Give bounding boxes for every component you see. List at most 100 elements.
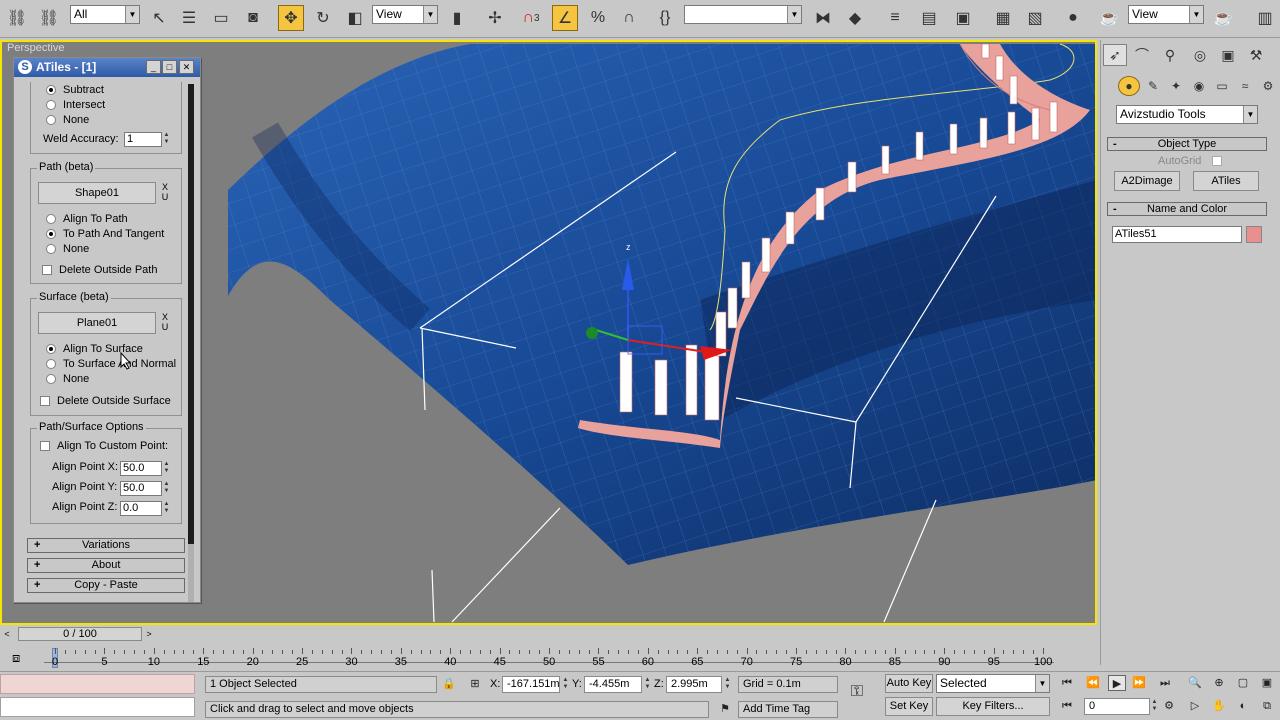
named-selection-select[interactable]: ▼ — [684, 5, 802, 24]
move-icon[interactable]: ✥ — [278, 5, 304, 31]
object-name-field[interactable]: ATiles51 — [1112, 226, 1242, 243]
to-surface-and-normal-radio[interactable] — [46, 359, 56, 369]
mirror-icon[interactable]: ⧓ — [810, 5, 836, 31]
modify-icon[interactable]: ⌒ — [1130, 44, 1154, 66]
zoom-all-icon[interactable]: ⊕ — [1210, 675, 1228, 691]
zoom-icon[interactable]: 🔍 — [1186, 675, 1204, 691]
current-frame-field[interactable]: 0 — [1084, 698, 1150, 715]
percent-snap-icon[interactable]: % — [585, 5, 611, 31]
scale-icon[interactable]: ◧ — [342, 5, 368, 31]
window-crossing-icon[interactable]: ◙ — [240, 5, 266, 31]
atiles-titlebar[interactable]: S ATiles - [1] _ □ ✕ — [14, 58, 200, 77]
copy-paste-rollout[interactable]: + Copy - Paste — [27, 578, 185, 593]
spinner-icon[interactable]: ▲ ▼ — [643, 677, 652, 692]
plane-pick-button[interactable]: Plane01 — [38, 312, 156, 334]
key-mode-select[interactable]: Selected ▼ — [936, 674, 1050, 693]
reference-coord-select[interactable]: View ▼ — [372, 5, 438, 24]
schematic-icon[interactable]: ▣ — [950, 5, 976, 31]
time-slider[interactable]: < 0 / 100 > — [0, 627, 1097, 641]
systems-icon[interactable]: ⚙ — [1257, 76, 1279, 96]
orbit-icon[interactable]: ◐ — [1234, 698, 1252, 714]
spinner-icon[interactable]: ▲ ▼ — [561, 677, 570, 692]
zoom-extents-all-icon[interactable]: ▣ — [1258, 675, 1276, 691]
z-coordinate-field[interactable]: 2.995m — [666, 676, 722, 693]
set-key-button[interactable]: Set Key — [885, 697, 933, 716]
pivot-icon[interactable]: ▮ — [444, 5, 470, 31]
delete-outside-surface-checkbox[interactable] — [40, 396, 50, 406]
snap-icon[interactable]: ∩ 3 — [518, 5, 544, 31]
a2dimage-button[interactable]: A2Dimage — [1114, 171, 1180, 191]
align-point-x-field[interactable]: 50.0 — [120, 461, 162, 476]
go-to-end-icon[interactable]: ⏭ — [1156, 675, 1174, 691]
viewport-label[interactable]: Perspective — [7, 42, 64, 54]
about-rollout[interactable]: + About — [27, 558, 185, 573]
key-mode-toggle-icon[interactable]: ⏮ — [1058, 698, 1076, 714]
field-of-view-icon[interactable]: ▷ — [1186, 698, 1204, 714]
quick-render-icon[interactable]: ☕ — [1210, 5, 1236, 31]
maximize-icon[interactable]: □ — [162, 60, 177, 74]
toolbar-overflow-icon[interactable]: ▥ — [1252, 5, 1278, 31]
helpers-icon[interactable]: ▭ — [1211, 76, 1233, 96]
maximize-viewport-icon[interactable]: ⧉ — [1258, 698, 1276, 714]
spacewarps-icon[interactable]: ≈ — [1234, 76, 1256, 96]
manipulate-icon[interactable]: ✢ — [482, 5, 508, 31]
align-to-path-radio[interactable] — [46, 214, 56, 224]
chevron-right-icon[interactable]: > — [142, 627, 156, 641]
path-none-radio[interactable] — [46, 244, 56, 254]
key-icon[interactable]: ⚿ — [848, 684, 866, 700]
close-icon[interactable]: ✕ — [179, 60, 194, 74]
lock-icon[interactable]: 🔒 — [440, 676, 458, 692]
spinner-icon[interactable]: ▲ ▼ — [162, 461, 171, 476]
spinner-snap-icon[interactable]: ∩ — [616, 5, 642, 31]
rotate-icon[interactable]: ↻ — [310, 5, 336, 31]
edit-named-sel-icon[interactable]: {} — [652, 5, 678, 31]
display-icon[interactable]: ▣ — [1216, 44, 1240, 66]
align-custom-point-checkbox[interactable] — [40, 441, 50, 451]
render-view-select[interactable]: View ▼ — [1128, 5, 1204, 24]
angle-snap-icon[interactable]: ∠ — [552, 5, 578, 31]
time-tag-icon[interactable]: ⚑ — [716, 701, 734, 717]
selection-filter-select[interactable]: All ▼ — [70, 5, 140, 24]
go-to-start-icon[interactable]: ⏮ — [1058, 675, 1076, 691]
hierarchy-icon[interactable]: ⚲ — [1158, 44, 1182, 66]
weld-accuracy-field[interactable]: 1 — [124, 132, 162, 147]
render-setup-icon[interactable]: ▧ — [1022, 5, 1048, 31]
path-clear-button[interactable]: XU — [160, 182, 170, 204]
subtract-radio[interactable] — [46, 85, 56, 95]
align-icon[interactable]: ◆ — [842, 5, 868, 31]
maxscript-listener-mini[interactable] — [0, 674, 195, 694]
maxscript-input[interactable] — [0, 697, 195, 717]
render-icon[interactable]: ● — [1060, 5, 1086, 31]
surface-clear-button[interactable]: XU — [160, 312, 170, 334]
link-icon[interactable]: ⛓ — [4, 5, 30, 31]
x-coordinate-field[interactable]: -167.151m — [502, 676, 560, 693]
key-filters-button[interactable]: Key Filters... — [936, 697, 1050, 716]
next-frame-icon[interactable]: ⏩ — [1130, 675, 1148, 691]
chevron-left-icon[interactable]: < — [0, 627, 14, 641]
spinner-icon[interactable]: ▲ ▼ — [1150, 699, 1159, 714]
align-point-z-field[interactable]: 0.0 — [120, 501, 162, 516]
time-slider-thumb[interactable]: 0 / 100 — [18, 627, 142, 641]
intersect-radio[interactable] — [46, 100, 56, 110]
none-radio[interactable] — [46, 115, 56, 125]
add-time-tag[interactable]: Add Time Tag — [738, 701, 838, 718]
utilities-icon[interactable]: ⚒ — [1244, 44, 1268, 66]
select-by-name-icon[interactable]: ☰ — [176, 5, 202, 31]
zoom-extents-icon[interactable]: ▢ — [1234, 675, 1252, 691]
shape-pick-button[interactable]: Shape01 — [38, 182, 156, 204]
teapot-icon[interactable]: ☕ — [1096, 5, 1122, 31]
object-color-swatch[interactable] — [1246, 226, 1262, 243]
y-coordinate-field[interactable]: -4.455m — [584, 676, 642, 693]
align-point-y-field[interactable]: 50.0 — [120, 481, 162, 496]
object-type-rollout[interactable]: - Object Type — [1107, 137, 1267, 151]
motion-icon[interactable]: ◎ — [1188, 44, 1212, 66]
name-and-color-rollout[interactable]: - Name and Color — [1107, 202, 1267, 216]
spinner-icon[interactable]: ▲ ▼ — [162, 501, 171, 516]
spinner-icon[interactable]: ▲ ▼ — [162, 481, 171, 496]
material-editor-icon[interactable]: ▦ — [990, 5, 1016, 31]
atiles-button[interactable]: ATiles — [1193, 171, 1259, 191]
spinner-icon[interactable]: ▲ ▼ — [162, 132, 171, 147]
geometry-icon[interactable]: ● — [1118, 76, 1140, 96]
cameras-icon[interactable]: ◉ — [1188, 76, 1210, 96]
spinner-icon[interactable]: ▲ ▼ — [723, 677, 732, 692]
